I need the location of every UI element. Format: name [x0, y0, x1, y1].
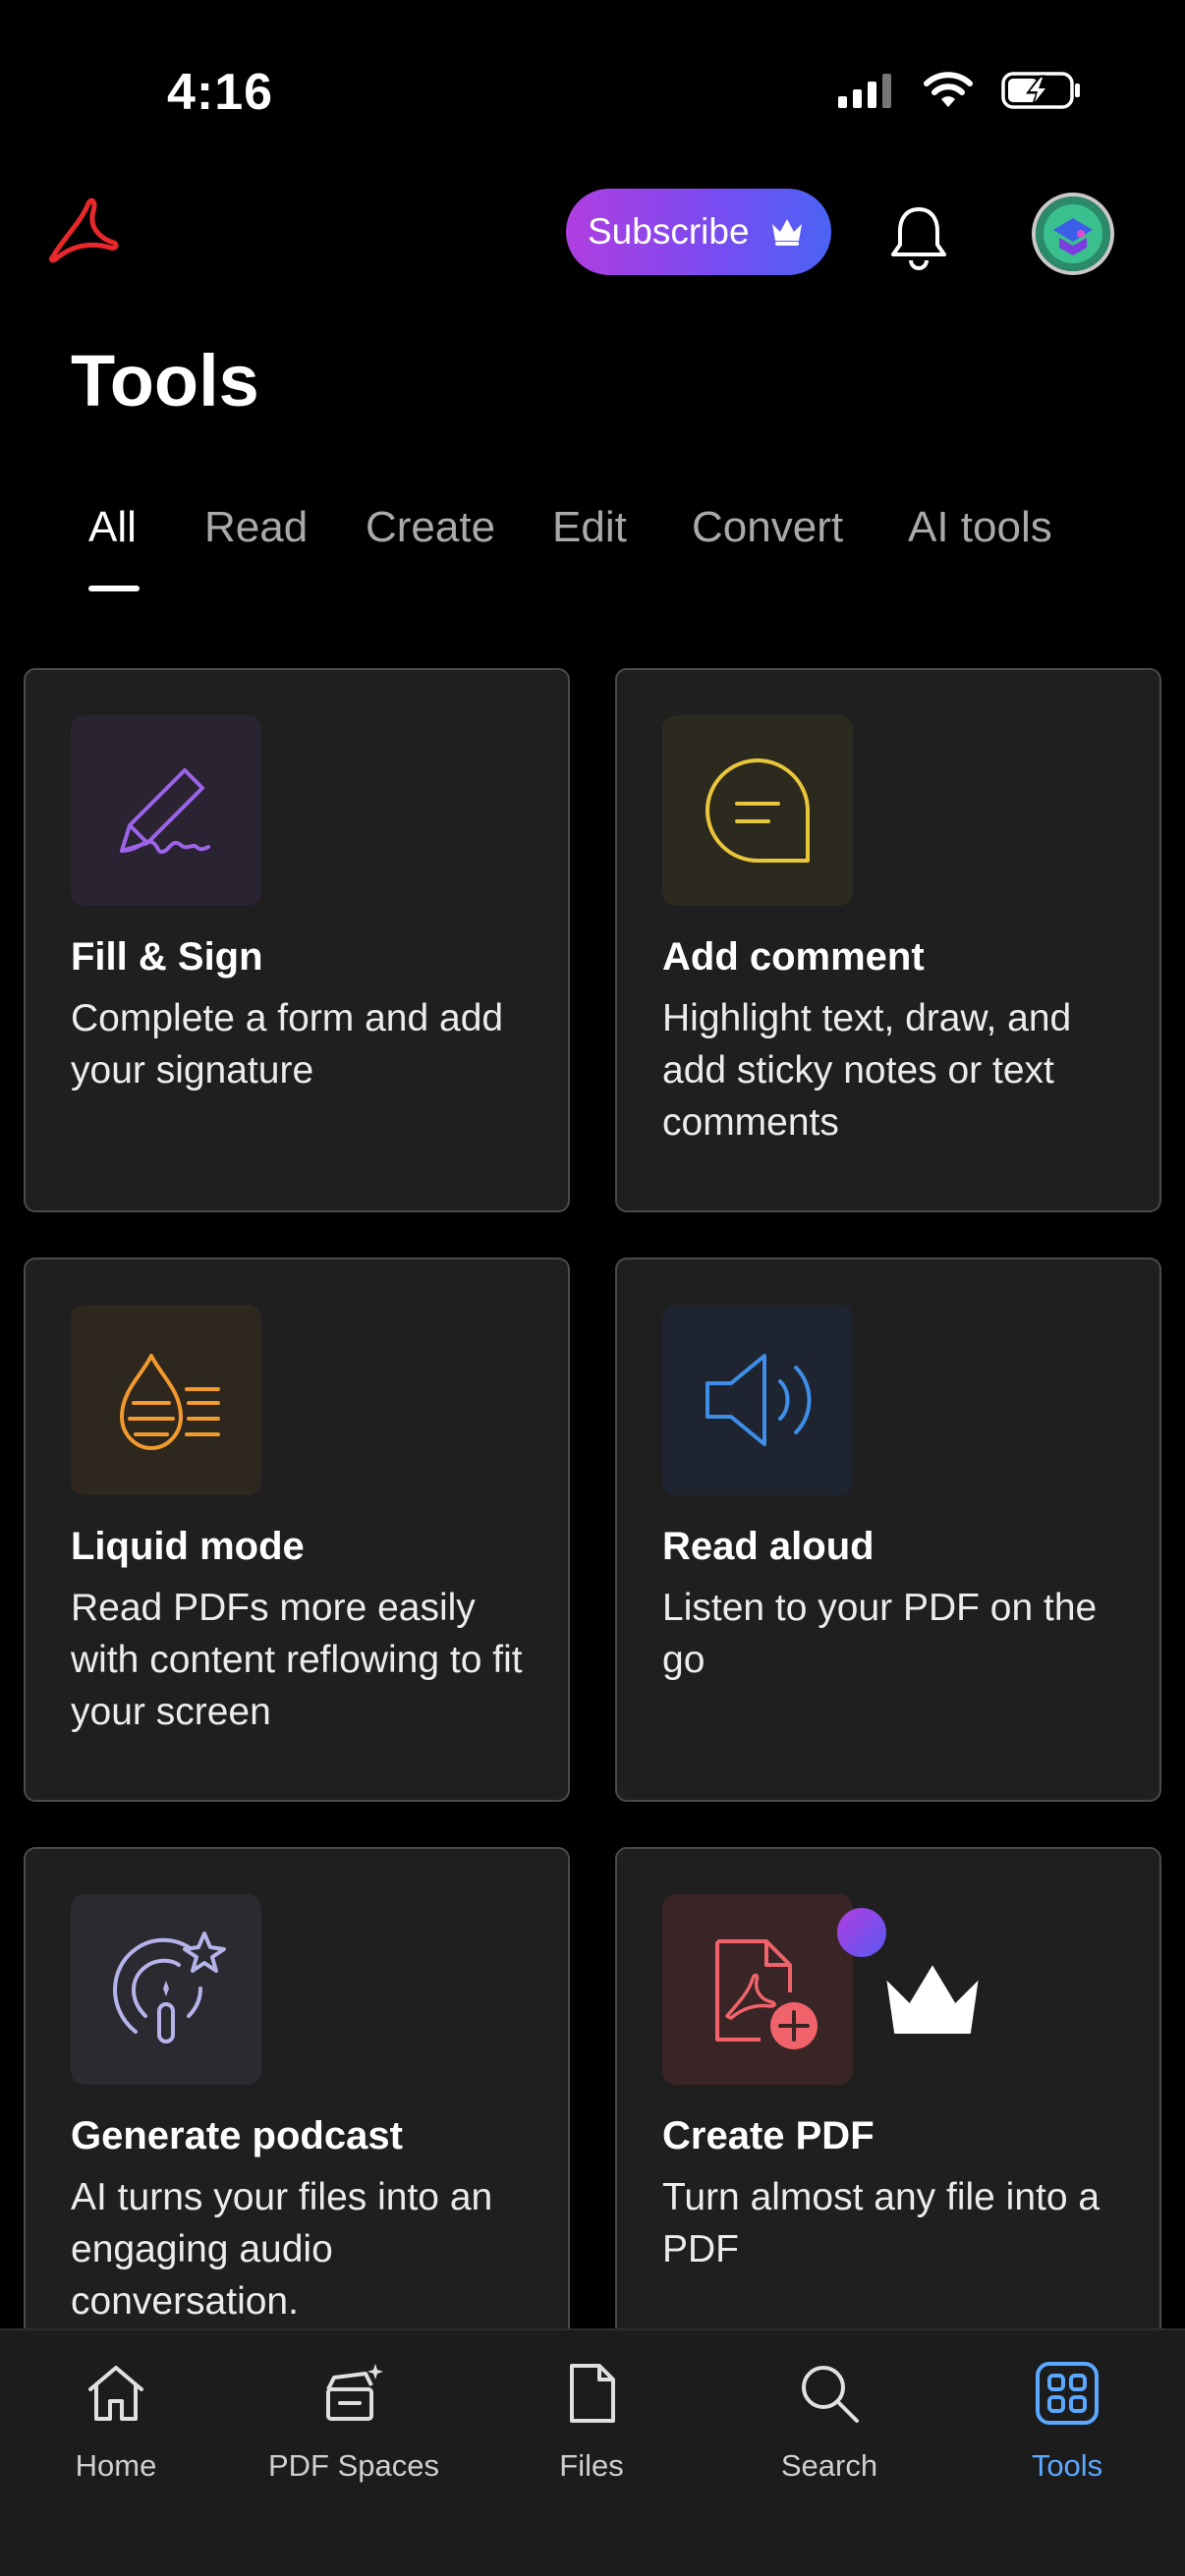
tool-title: Read aloud: [662, 1525, 875, 1568]
notification-bell-icon[interactable]: [882, 201, 955, 274]
nav-search[interactable]: Search: [731, 2360, 928, 2507]
nav-tools[interactable]: Tools: [969, 2360, 1165, 2507]
status-icons: [838, 71, 1082, 110]
tool-title: Fill & Sign: [71, 935, 263, 979]
nav-label: Home: [75, 2448, 157, 2483]
card-icon-box: [71, 715, 261, 906]
file-icon: [570, 2364, 615, 2423]
card-icon-box: [662, 1305, 853, 1495]
tool-title: Liquid mode: [71, 1525, 305, 1568]
tools-grid-icon: [1036, 2362, 1099, 2425]
search-icon: [802, 2366, 859, 2423]
tab-read[interactable]: Read: [204, 503, 308, 552]
nav-home[interactable]: Home: [18, 2360, 214, 2507]
card-icon-box: [662, 715, 853, 906]
wifi-icon: [924, 72, 973, 107]
speaker-icon: [705, 1354, 812, 1446]
premium-badge: [837, 1908, 979, 2035]
subscribe-label: Subscribe: [588, 211, 750, 252]
crown-icon: [772, 219, 802, 246]
tool-description: Complete a form and add your signature: [71, 997, 504, 1092]
tool-card-add-comment[interactable]: Add comment Highlight text, draw, and ad…: [615, 668, 1161, 1212]
create-pdf-icon: [715, 1939, 818, 2049]
card-icon-box: [662, 1894, 979, 2085]
tool-card-read-aloud[interactable]: Read aloud Listen to your PDF on the go: [615, 1258, 1161, 1802]
tab-create[interactable]: Create: [366, 503, 495, 552]
profile-avatar[interactable]: [1032, 193, 1114, 275]
tool-description: Read PDFs more easily with content reflo…: [71, 1587, 523, 1733]
nav-label: Tools: [1031, 2448, 1103, 2483]
nav-pdf-spaces[interactable]: PDF Spaces: [255, 2360, 452, 2507]
nav-files[interactable]: Files: [493, 2360, 690, 2507]
comment-bubble-icon: [705, 758, 810, 863]
nav-label: Search: [780, 2448, 878, 2483]
home-icon: [88, 2366, 143, 2421]
page-title: Tools: [71, 340, 259, 421]
card-icon-box: [71, 1305, 261, 1495]
tool-description: AI turns your files into an engaging aud…: [71, 2176, 493, 2323]
tool-card-fill-sign[interactable]: Fill & Sign Complete a form and add your…: [24, 668, 570, 1212]
nav-label: PDF Spaces: [267, 2448, 439, 2483]
signature-pen-icon: [120, 768, 210, 854]
avatar-image: [1036, 196, 1110, 271]
podcast-sparkle-icon: [113, 1932, 226, 2044]
tool-title: Generate podcast: [71, 2114, 403, 2157]
tool-card-create-pdf[interactable]: Create PDF Turn almost any file into a P…: [615, 1847, 1161, 2391]
bottom-nav: Home PDF Spaces Files Search Tools: [0, 2328, 1185, 2576]
crown-icon: [886, 1965, 979, 2035]
tool-card-generate-podcast[interactable]: Generate podcast AI turns your files int…: [24, 1847, 570, 2391]
tab-convert[interactable]: Convert: [692, 503, 843, 552]
subscribe-button[interactable]: Subscribe: [566, 189, 831, 275]
tool-card-liquid-mode[interactable]: Liquid mode Read PDFs more easily with c…: [24, 1258, 570, 1802]
battery-charging-icon: [1001, 72, 1080, 109]
liquid-drop-icon: [120, 1354, 220, 1450]
category-tabs: All Read Create Edit Convert AI tools: [0, 491, 1185, 599]
tab-all[interactable]: All: [88, 503, 137, 552]
tool-description: Turn almost any file into a PDF: [662, 2176, 1100, 2270]
card-icon-box: [71, 1894, 261, 2085]
status-time: 4:16: [167, 64, 274, 121]
nav-label: Files: [559, 2448, 624, 2483]
tab-edit[interactable]: Edit: [552, 503, 627, 552]
active-tab-indicator: [88, 586, 140, 591]
tool-description: Highlight text, draw, and add sticky not…: [662, 997, 1072, 1144]
pdf-spaces-icon: [326, 2364, 383, 2421]
cellular-signal-icon: [838, 74, 891, 108]
acrobat-logo-icon[interactable]: [45, 196, 120, 270]
tool-title: Add comment: [662, 935, 925, 979]
tab-ai-tools[interactable]: AI tools: [908, 503, 1052, 552]
tool-description: Listen to your PDF on the go: [662, 1587, 1098, 1681]
tool-title: Create PDF: [662, 2114, 875, 2157]
status-bar: 4:16: [0, 0, 1185, 187]
app-header: Subscribe: [0, 182, 1185, 285]
tools-screen: 4:16 Subscribe Tools All Read Create Edi…: [0, 0, 1185, 2576]
